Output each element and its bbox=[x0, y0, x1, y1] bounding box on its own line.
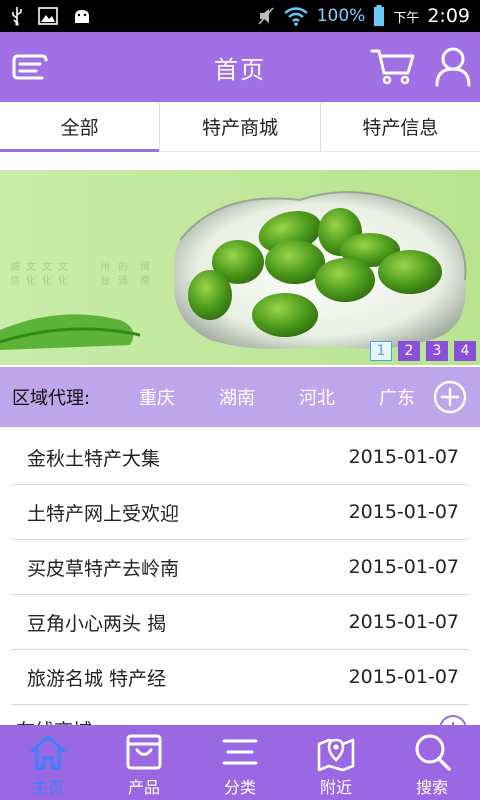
region-item-guangdong[interactable]: 广东 bbox=[379, 384, 415, 410]
app-header: 首页 bbox=[0, 32, 480, 102]
wifi-icon bbox=[283, 7, 308, 26]
svg-text:化: 化 bbox=[26, 274, 36, 287]
battery-percent: 100% bbox=[316, 6, 366, 26]
time-prefix: 下午 bbox=[393, 10, 420, 26]
region-item-chongqing[interactable]: 重庆 bbox=[139, 384, 175, 410]
news-list: 金秋土特产大集 2015-01-07 土特产网上受欢迎 2015-01-07 买… bbox=[0, 430, 480, 705]
android-icon bbox=[75, 10, 89, 23]
image-icon bbox=[38, 7, 58, 25]
bottom-navigation: 主页 产品 分类 附近 搜索 bbox=[0, 725, 480, 800]
banner-image: 诚信 文化 文化 文化 州台 的通 闽南 bbox=[0, 170, 480, 365]
status-notifications bbox=[10, 6, 92, 26]
news-date: 2015-01-07 bbox=[348, 666, 459, 688]
user-icon[interactable] bbox=[434, 45, 472, 87]
list-item[interactable]: 豆角小心两头 揭 2015-01-07 bbox=[11, 595, 469, 650]
news-date: 2015-01-07 bbox=[348, 446, 459, 468]
list-item[interactable]: 土特产网上受欢迎 2015-01-07 bbox=[11, 485, 469, 540]
nav-products[interactable]: 产品 bbox=[96, 725, 192, 800]
nav-home[interactable]: 主页 bbox=[0, 725, 96, 800]
region-label: 区域代理: bbox=[12, 388, 91, 409]
svg-text:南: 南 bbox=[140, 274, 150, 287]
banner-pagination: 1 2 3 4 bbox=[370, 341, 476, 361]
news-title: 旅游名城 特产经 bbox=[27, 667, 167, 690]
tab-specialty-info[interactable]: 特产信息 bbox=[321, 102, 480, 151]
map-pin-icon bbox=[317, 738, 355, 772]
svg-text:州: 州 bbox=[100, 261, 110, 273]
region-item-hebei[interactable]: 河北 bbox=[299, 384, 335, 410]
tab-all[interactable]: 全部 bbox=[0, 102, 161, 152]
svg-text:闽: 闽 bbox=[140, 260, 150, 273]
banner-page-3[interactable]: 3 bbox=[426, 341, 448, 361]
news-date: 2015-01-07 bbox=[348, 501, 459, 523]
region-item-hunan[interactable]: 湖南 bbox=[219, 384, 255, 410]
list-icon bbox=[222, 739, 258, 765]
search-icon bbox=[415, 734, 451, 771]
status-bar: 100% 下午 2:09 bbox=[0, 0, 480, 32]
banner-page-2[interactable]: 2 bbox=[398, 341, 420, 361]
clock: 2:09 bbox=[427, 5, 470, 27]
svg-text:信: 信 bbox=[10, 275, 20, 287]
home-icon bbox=[30, 735, 66, 770]
svg-text:诚: 诚 bbox=[10, 261, 20, 273]
status-system: 100% 下午 2:09 bbox=[257, 5, 470, 27]
nav-label: 主页 bbox=[31, 778, 64, 797]
battery-icon bbox=[374, 5, 385, 26]
svg-text:的: 的 bbox=[118, 260, 128, 273]
news-title: 豆角小心两头 揭 bbox=[27, 612, 167, 635]
banner-page-1[interactable]: 1 bbox=[370, 341, 392, 361]
region-agent-bar: 区域代理: 重庆 湖南 河北 广东 bbox=[0, 367, 480, 427]
nav-nearby[interactable]: 附近 bbox=[288, 725, 384, 800]
svg-text:文: 文 bbox=[26, 260, 36, 273]
list-item[interactable]: 金秋土特产大集 2015-01-07 bbox=[11, 430, 469, 485]
svg-text:化: 化 bbox=[42, 274, 52, 287]
news-title: 土特产网上受欢迎 bbox=[27, 502, 180, 525]
category-tabs: 全部 特产商城 特产信息 bbox=[0, 102, 480, 152]
svg-text:文: 文 bbox=[42, 260, 52, 273]
svg-text:台: 台 bbox=[100, 274, 110, 287]
news-title: 买皮草特产去岭南 bbox=[27, 557, 180, 580]
cart-icon[interactable] bbox=[370, 46, 416, 86]
usb-icon bbox=[12, 7, 22, 26]
shopping-bag-icon bbox=[126, 734, 162, 770]
list-item[interactable]: 旅游名城 特产经 2015-01-07 bbox=[11, 650, 469, 705]
svg-text:通: 通 bbox=[118, 275, 128, 287]
add-region-icon[interactable] bbox=[433, 380, 467, 414]
svg-text:文: 文 bbox=[58, 260, 68, 273]
nav-label: 分类 bbox=[223, 778, 256, 797]
news-title: 金秋土特产大集 bbox=[27, 447, 161, 470]
nav-label: 搜索 bbox=[415, 778, 448, 797]
nav-categories[interactable]: 分类 bbox=[192, 725, 288, 800]
banner-page-4[interactable]: 4 bbox=[454, 341, 476, 361]
news-date: 2015-01-07 bbox=[348, 611, 459, 633]
tab-specialty-mall[interactable]: 特产商城 bbox=[160, 102, 321, 151]
nav-search[interactable]: 搜索 bbox=[384, 725, 480, 800]
mute-icon bbox=[258, 7, 274, 25]
svg-text:化: 化 bbox=[58, 274, 68, 287]
banner-carousel[interactable]: 诚信 文化 文化 文化 州台 的通 闽南 1 2 3 4 bbox=[0, 170, 480, 365]
nav-label: 产品 bbox=[127, 778, 160, 797]
list-item[interactable]: 买皮草特产去岭南 2015-01-07 bbox=[11, 540, 469, 595]
news-date: 2015-01-07 bbox=[348, 556, 459, 578]
nav-label: 附近 bbox=[319, 778, 352, 797]
